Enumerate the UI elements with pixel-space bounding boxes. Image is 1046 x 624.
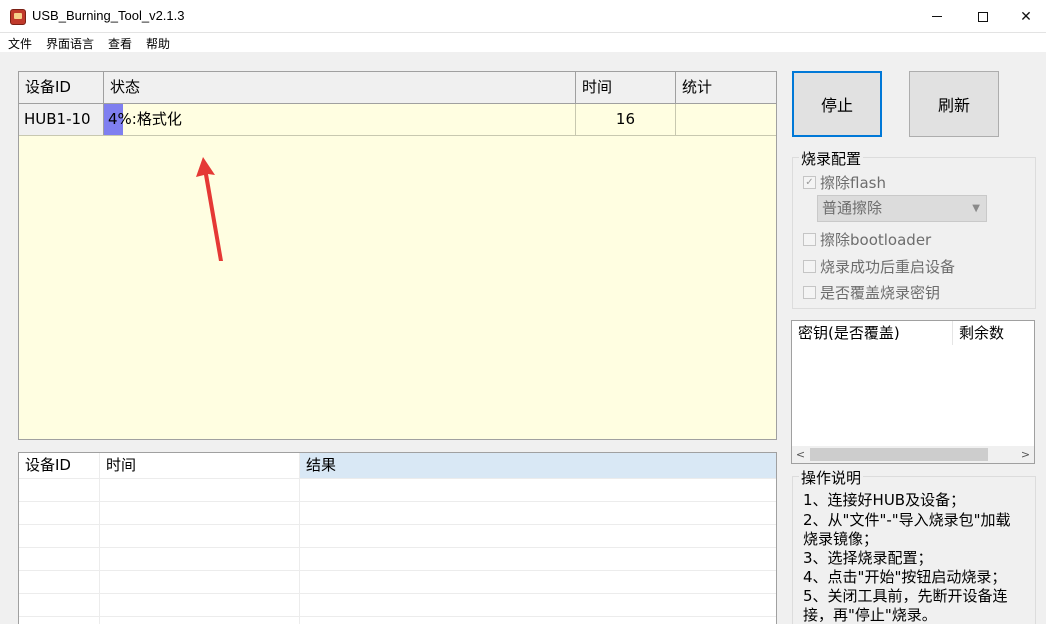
chevron-down-icon: ▼ xyxy=(972,203,980,214)
minimize-icon xyxy=(932,16,942,17)
erase-bootloader-checkbox[interactable] xyxy=(803,232,816,246)
menu-bar: 文件 界面语言 查看 帮助 xyxy=(0,33,1046,52)
red-arrow-annotation xyxy=(196,157,223,261)
erase-mode-select[interactable]: 普通擦除 ▼ xyxy=(817,195,987,222)
device-row[interactable]: HUB1-10 4%:格式化 16 xyxy=(19,104,776,136)
instructions-title: 操作说明 xyxy=(799,467,864,488)
column-header-device-id[interactable]: 设备ID xyxy=(19,72,104,103)
row-divider xyxy=(19,593,776,594)
erase-flash-option[interactable]: ✓ 擦除flash xyxy=(803,172,886,192)
row-divider xyxy=(19,501,776,502)
time-value: 16 xyxy=(615,110,635,128)
burn-config-group: 烧录配置 ✓ 擦除flash 擦除bootloader 烧录成功后重启设备 是否… xyxy=(792,148,1036,309)
column-header-time[interactable]: 时间 xyxy=(576,72,676,103)
horizontal-scrollbar[interactable]: < > xyxy=(792,446,1034,463)
status-text: 4%:格式化 xyxy=(108,110,182,128)
maximize-icon xyxy=(978,11,988,22)
reboot-after-checkbox[interactable] xyxy=(803,259,816,273)
reboot-after-label: 烧录成功后重启设备 xyxy=(820,257,956,276)
overwrite-key-option[interactable]: 是否覆盖烧录密钥 xyxy=(803,282,940,302)
scrollbar-thumb[interactable] xyxy=(810,448,988,461)
result-header-time[interactable]: 时间 xyxy=(100,453,300,478)
close-icon: ✕ xyxy=(1020,8,1032,25)
result-table[interactable]: 设备ID 时间 结果 xyxy=(18,452,777,624)
result-header-result[interactable]: 结果 xyxy=(300,453,776,478)
window-title: USB_Burning_Tool_v2.1.3 xyxy=(32,8,185,23)
main-area: 设备ID 状态 时间 统计 HUB1-10 4%:格式化 16 设备ID 时间 … xyxy=(0,52,1046,624)
row-divider xyxy=(19,570,776,571)
key-list[interactable]: 密钥(是否覆盖) 剩余数 < > xyxy=(791,320,1035,464)
row-divider xyxy=(19,524,776,525)
instruction-line: 5、关闭工具前，先断开设备连 xyxy=(803,587,1008,605)
reboot-after-option[interactable]: 烧录成功后重启设备 xyxy=(803,256,955,276)
device-id-cell: HUB1-10 xyxy=(19,104,104,135)
instruction-line: 烧录镜像； xyxy=(803,530,879,548)
instruction-line: 4、点击"开始"按钮启动烧录； xyxy=(803,568,1007,586)
row-divider xyxy=(19,547,776,548)
refresh-button[interactable]: 刷新 xyxy=(909,71,999,137)
minimize-button[interactable] xyxy=(914,0,960,33)
scroll-left-icon[interactable]: < xyxy=(792,446,809,463)
device-table-header: 设备ID 状态 时间 统计 xyxy=(19,72,776,104)
instruction-line: 接，再"停止"烧录。 xyxy=(803,606,937,624)
instruction-line: 2、从"文件"-"导入烧录包"加载 xyxy=(803,511,1011,529)
burn-config-title: 烧录配置 xyxy=(799,148,864,169)
menu-help[interactable]: 帮助 xyxy=(146,35,170,52)
result-header-device-id[interactable]: 设备ID xyxy=(19,453,100,478)
instructions-group: 操作说明 1、连接好HUB及设备； 2、从"文件"-"导入烧录包"加载 烧录镜像… xyxy=(792,467,1036,624)
column-header-status[interactable]: 状态 xyxy=(104,72,576,103)
overwrite-key-checkbox[interactable] xyxy=(803,285,816,299)
erase-flash-checkbox[interactable]: ✓ xyxy=(803,175,816,189)
status-cell: 4%:格式化 xyxy=(104,104,576,135)
maximize-button[interactable] xyxy=(960,0,1006,33)
overwrite-key-label: 是否覆盖烧录密钥 xyxy=(820,283,941,302)
menu-view[interactable]: 查看 xyxy=(108,35,132,52)
scroll-right-icon[interactable]: > xyxy=(1017,446,1034,463)
stop-button[interactable]: 停止 xyxy=(792,71,882,137)
erase-bootloader-label: 擦除bootloader xyxy=(820,230,932,249)
column-header-stats[interactable]: 统计 xyxy=(676,72,776,103)
stats-cell xyxy=(676,104,776,135)
instruction-line: 1、连接好HUB及设备； xyxy=(803,491,966,509)
erase-flash-label: 擦除flash xyxy=(820,173,886,192)
title-bar: USB_Burning_Tool_v2.1.3 ✕ xyxy=(0,0,1046,33)
menu-file[interactable]: 文件 xyxy=(8,35,32,52)
key-header-remaining[interactable]: 剩余数 xyxy=(953,321,1034,345)
time-cell: 16 xyxy=(576,104,676,135)
instruction-line: 3、选择烧录配置； xyxy=(803,549,933,567)
app-icon xyxy=(10,9,26,25)
erase-mode-value: 普通擦除 xyxy=(822,199,883,217)
key-header-key[interactable]: 密钥(是否覆盖) xyxy=(792,321,953,345)
device-status-table[interactable]: 设备ID 状态 时间 统计 HUB1-10 4%:格式化 16 xyxy=(18,71,777,440)
row-divider xyxy=(19,478,776,479)
menu-language[interactable]: 界面语言 xyxy=(46,35,94,52)
close-button[interactable]: ✕ xyxy=(1006,0,1046,33)
row-divider xyxy=(19,616,776,617)
erase-bootloader-option[interactable]: 擦除bootloader xyxy=(803,229,931,249)
